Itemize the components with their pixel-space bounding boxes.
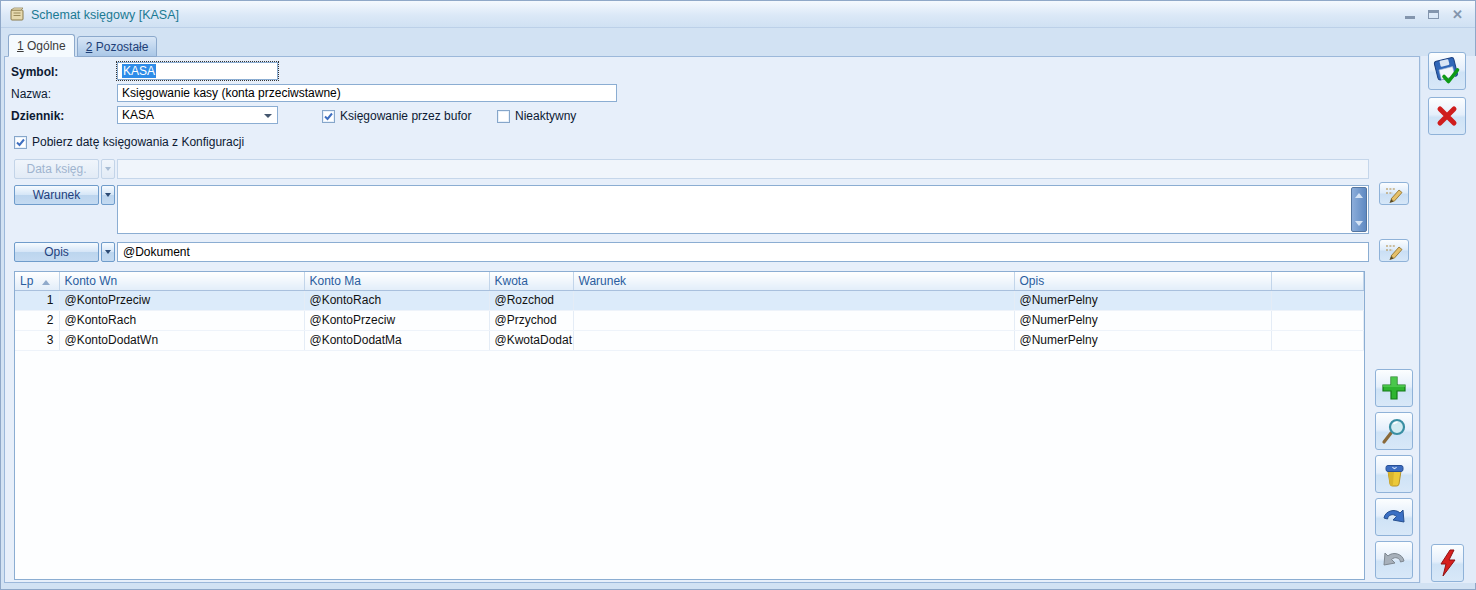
sort-asc-icon bbox=[42, 280, 50, 285]
table-row[interactable]: 3@KontoDodatWn@KontoDodatMa@KwotaDodat@N… bbox=[15, 330, 1364, 350]
maximize-button[interactable] bbox=[1427, 8, 1440, 22]
warunek-dropdown[interactable] bbox=[101, 185, 115, 205]
plus-icon bbox=[1380, 374, 1408, 402]
dziennik-combobox[interactable]: KASA bbox=[117, 106, 278, 124]
cancel-button[interactable] bbox=[1428, 97, 1466, 135]
opis-input[interactable]: @Dokument bbox=[117, 242, 1369, 262]
col-konto-ma[interactable]: Konto Ma bbox=[304, 272, 489, 290]
table-row[interactable]: 2@KontoRach@KontoPrzeciw@Przychod@NumerP… bbox=[15, 310, 1364, 330]
data-ksieg-dropdown bbox=[101, 159, 115, 179]
window-title: Schemat księgowy [KASA] bbox=[31, 8, 179, 22]
checkbox-nieaktywny[interactable]: Nieaktywny bbox=[497, 109, 576, 123]
data-ksieg-button: Data księg. bbox=[14, 159, 115, 179]
tab-pozostale[interactable]: 2 Pozostałe bbox=[77, 36, 158, 57]
tab-bar: 1 Ogólne 2 Pozostałe bbox=[8, 34, 157, 57]
chevron-down-icon bbox=[264, 114, 272, 118]
warunek-wizard-button[interactable] bbox=[1379, 182, 1409, 205]
red-x-icon bbox=[1433, 102, 1461, 130]
delete-row-button[interactable] bbox=[1375, 455, 1413, 493]
save-button[interactable] bbox=[1428, 52, 1466, 90]
close-button[interactable]: ✕ bbox=[1451, 8, 1464, 22]
nazwa-input[interactable]: Księgowanie kasy (konta przeciwstawne) bbox=[117, 84, 617, 102]
dialog-window: Schemat księgowy [KASA] ✕ 1 Ogólne 2 Poz… bbox=[0, 0, 1476, 590]
dziennik-label: Dziennik: bbox=[11, 109, 64, 123]
blue-curved-arrow-icon bbox=[1380, 503, 1408, 531]
wizard-pencil-icon bbox=[1383, 185, 1405, 203]
checkbox-unchecked-icon bbox=[497, 110, 510, 123]
redo-button[interactable] bbox=[1375, 498, 1413, 536]
checkbox-checked-icon bbox=[14, 136, 27, 149]
minimize-button[interactable] bbox=[1403, 8, 1416, 22]
opis-button[interactable]: Opis bbox=[14, 242, 115, 262]
symbol-input[interactable]: KASA bbox=[117, 62, 278, 80]
opis-dropdown[interactable] bbox=[101, 242, 115, 262]
warunek-button[interactable]: Warunek bbox=[14, 185, 115, 205]
scroll-down-icon[interactable] bbox=[1355, 221, 1363, 226]
checkbox-pobierz-date[interactable]: Pobierz datę księgowania z Konfiguracji bbox=[14, 135, 244, 149]
warunek-scrollbar[interactable] bbox=[1351, 187, 1367, 232]
symbol-label: Symbol: bbox=[11, 65, 58, 79]
col-konto-wn[interactable]: Konto Wn bbox=[59, 272, 304, 290]
warunek-textarea[interactable] bbox=[117, 185, 1369, 234]
save-icon bbox=[1432, 56, 1462, 86]
right-button-strip bbox=[1421, 56, 1476, 583]
checkbox-checked-icon bbox=[322, 110, 335, 123]
opis-wizard-button[interactable] bbox=[1379, 239, 1409, 262]
run-button[interactable] bbox=[1431, 544, 1464, 582]
col-opis[interactable]: Opis bbox=[1014, 272, 1271, 290]
undo-button[interactable] bbox=[1375, 541, 1413, 579]
lightning-icon bbox=[1436, 548, 1460, 578]
trash-icon bbox=[1380, 460, 1408, 488]
nazwa-label: Nazwa: bbox=[11, 87, 51, 101]
schema-table: Lp Konto Wn Konto Ma Kwota Warunek Opis … bbox=[14, 271, 1365, 580]
col-lp[interactable]: Lp bbox=[15, 272, 59, 290]
wizard-pencil-icon bbox=[1383, 242, 1405, 260]
checkbox-ksiegowanie-przez-bufor[interactable]: Księgowanie przez bufor bbox=[322, 109, 471, 123]
table-row[interactable]: 1@KontoPrzeciw@KontoRach@Rozchod@NumerPe… bbox=[15, 290, 1364, 310]
magnifier-icon bbox=[1380, 417, 1408, 445]
titlebar: Schemat księgowy [KASA] ✕ bbox=[1, 1, 1475, 28]
col-warunek[interactable]: Warunek bbox=[573, 272, 1014, 290]
search-row-button[interactable] bbox=[1375, 412, 1413, 450]
add-row-button[interactable] bbox=[1375, 369, 1413, 407]
data-ksieg-field bbox=[117, 159, 1369, 179]
tab-ogolne[interactable]: 1 Ogólne bbox=[8, 34, 75, 57]
ledger-icon bbox=[9, 6, 26, 26]
col-kwota[interactable]: Kwota bbox=[489, 272, 573, 290]
col-empty bbox=[1271, 272, 1364, 290]
gray-curved-arrow-icon bbox=[1380, 546, 1408, 574]
table-header-row: Lp Konto Wn Konto Ma Kwota Warunek Opis bbox=[15, 272, 1364, 290]
scroll-up-icon[interactable] bbox=[1355, 193, 1363, 198]
